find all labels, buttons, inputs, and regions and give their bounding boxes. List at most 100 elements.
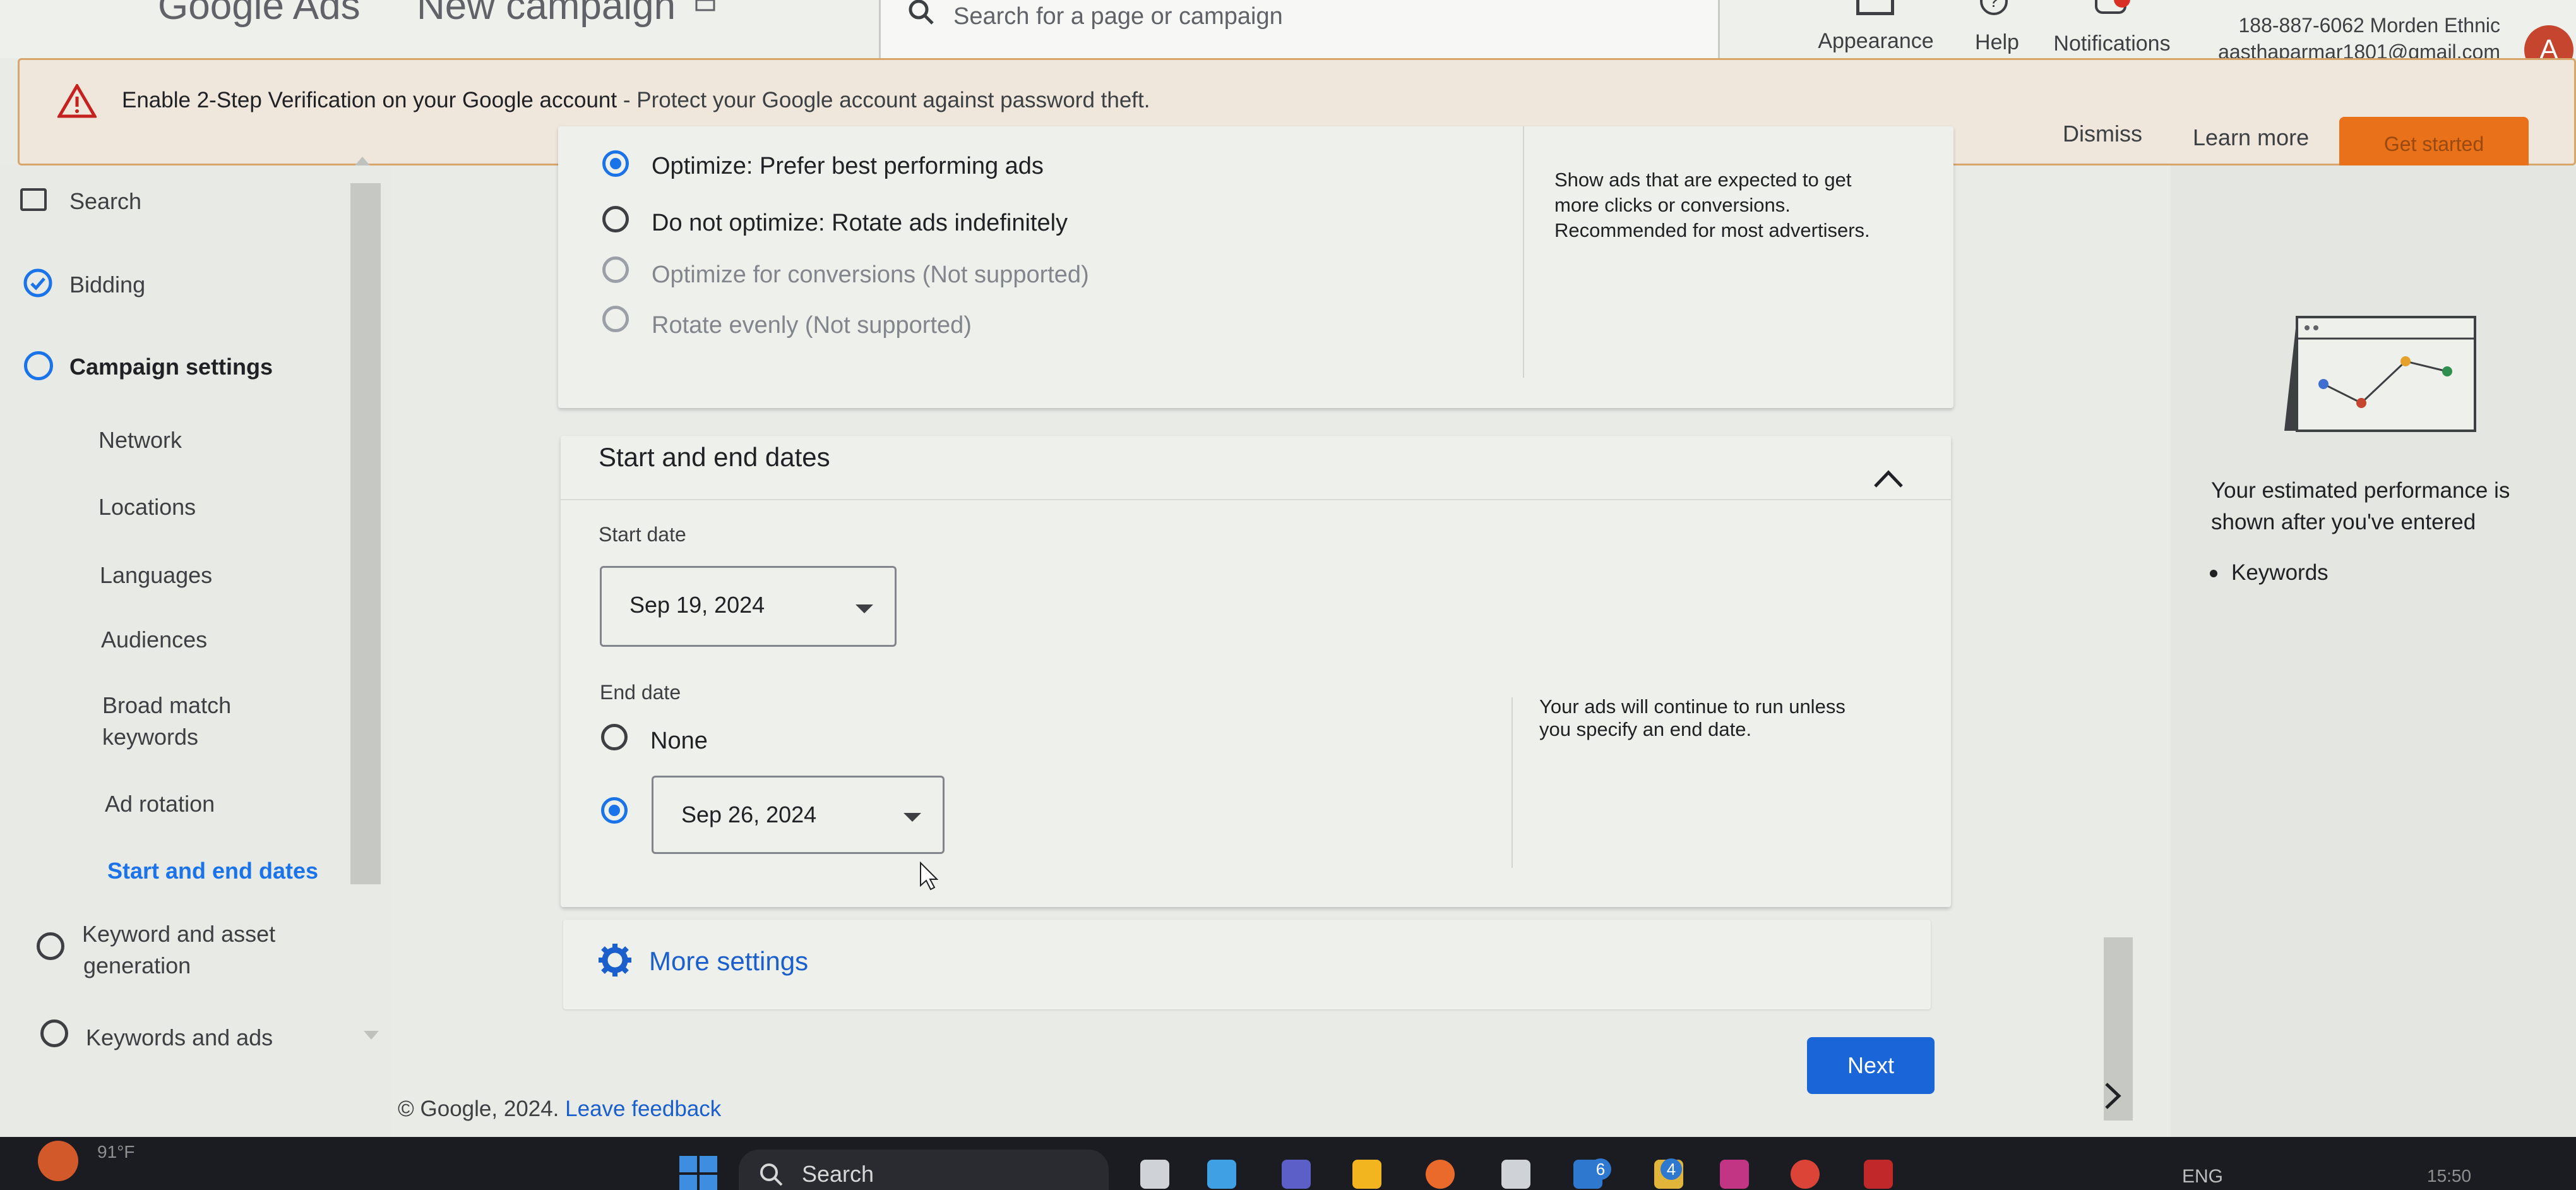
badge-count: 4: [1661, 1158, 1682, 1180]
warning-icon: [57, 84, 97, 118]
app-icon[interactable]: [1864, 1160, 1893, 1189]
weather-icon[interactable]: [38, 1141, 78, 1181]
mouse-cursor-icon: [920, 862, 938, 891]
search-step-icon: [20, 188, 47, 211]
ad-rotation-option-conversions: Optimize for conversions (Not supported): [652, 261, 1089, 288]
clock[interactable]: 15:50: [2427, 1166, 2471, 1186]
end-date-help-line1: Your ads will continue to run unless: [1539, 695, 1846, 718]
get-started-button[interactable]: Get started: [2339, 117, 2529, 171]
sidebar-item-ad-rotation[interactable]: Ad rotation: [105, 791, 215, 817]
leave-feedback-link[interactable]: Leave feedback: [565, 1097, 721, 1121]
more-settings-link[interactable]: More settings: [649, 946, 808, 977]
sidebar-item-keyword-asset[interactable]: Keyword and asset: [82, 921, 275, 947]
end-date-none-radio[interactable]: [601, 724, 628, 750]
sidebar-item-audiences[interactable]: Audiences: [101, 627, 207, 653]
step-circle-icon: [37, 932, 64, 960]
help-icon[interactable]: ?: [1980, 0, 2008, 15]
ad-rotation-option-rotate-evenly: Rotate evenly (Not supported): [652, 312, 972, 339]
scroll-down-icon[interactable]: [364, 1031, 379, 1040]
campaign-steps-sidebar: Search Bidding Campaign settings Network…: [0, 157, 391, 1138]
language-indicator[interactable]: ENG: [2182, 1166, 2223, 1187]
banner-message-rest: - Protect your Google account against pa…: [617, 88, 1150, 112]
performance-chart-illustration-icon: [2284, 316, 2476, 432]
sidebar-item-languages[interactable]: Languages: [100, 562, 212, 589]
instagram-icon[interactable]: [1720, 1160, 1749, 1189]
end-date-custom-radio[interactable]: [601, 797, 628, 824]
current-step-icon: [24, 351, 53, 380]
footer: © Google, 2024. Leave feedback: [398, 1097, 721, 1122]
section-title: Start and end dates: [599, 442, 830, 472]
google-ads-logo-icon: [25, 0, 139, 19]
sidebar-scrollbar[interactable]: [350, 183, 381, 884]
page-title: New campaign: [417, 0, 676, 28]
sidebar-item-broad-match[interactable]: Broad match: [102, 692, 231, 719]
badge-count: 6: [1590, 1158, 1611, 1180]
folder-icon[interactable]: [1352, 1160, 1381, 1189]
notifications-button[interactable]: Notifications: [2046, 32, 2178, 56]
banner-message: Enable 2-Step Verification on your Googl…: [122, 88, 1150, 113]
sidebar-item-keywords-ads[interactable]: Keywords and ads: [86, 1025, 273, 1051]
performance-text-line2: shown after you've entered: [2211, 510, 2476, 534]
appearance-button[interactable]: Appearance: [1816, 29, 1936, 54]
performance-panel: Your estimated performance is shown afte…: [2105, 165, 2576, 1138]
ad-rotation-radio-do-not-optimize[interactable]: [602, 206, 629, 232]
weather-text[interactable]: 91°F: [97, 1142, 134, 1162]
sidebar-item-broad-match-line2[interactable]: keywords: [102, 724, 198, 750]
end-date-select[interactable]: Sep 26, 2024: [652, 776, 945, 854]
sidebar-item-network[interactable]: Network: [98, 427, 182, 454]
search-icon: [760, 1163, 783, 1186]
ad-rotation-radio-optimize[interactable]: [602, 150, 629, 177]
next-button[interactable]: Next: [1807, 1037, 1935, 1094]
appearance-icon[interactable]: [1856, 0, 1894, 15]
sidebar-item-locations[interactable]: Locations: [98, 494, 196, 520]
sidebar-item-keyword-asset-line2[interactable]: generation: [83, 953, 191, 979]
divider: [561, 499, 1951, 500]
start-date-value: Sep 19, 2024: [629, 592, 765, 618]
dismiss-button[interactable]: Dismiss: [2063, 121, 2142, 147]
scroll-up-icon[interactable]: [355, 157, 370, 165]
performance-bullet-keywords: Keywords: [2231, 560, 2329, 585]
more-settings-card[interactable]: More settings: [563, 920, 1931, 1009]
ad-rotation-help-line3: Recommended for most advertisers.: [1554, 219, 1870, 241]
search-placeholder: Search for a page or campaign: [953, 3, 1283, 30]
collapse-chevron-icon[interactable]: [1871, 467, 1905, 489]
sidebar-item-search[interactable]: Search: [69, 188, 141, 215]
end-date-none-label[interactable]: None: [650, 728, 708, 755]
ad-rotation-radio-rotate-evenly: [602, 306, 629, 332]
top-bar: Google Ads New campaign Search for a pag…: [0, 0, 2576, 75]
chevron-right-icon[interactable]: [2101, 1080, 2124, 1112]
sidebar-item-bidding[interactable]: Bidding: [69, 272, 145, 298]
store-icon[interactable]: [1501, 1160, 1530, 1189]
learn-more-button[interactable]: Learn more: [2193, 124, 2309, 151]
sidebar-item-campaign-settings[interactable]: Campaign settings: [69, 354, 273, 380]
check-circle-icon: [23, 268, 52, 298]
firefox-icon[interactable]: [1426, 1160, 1455, 1189]
taskbar-search-box[interactable]: Search: [739, 1150, 1109, 1190]
start-end-dates-card: Start and end dates Start date Sep 19, 2…: [561, 436, 1951, 907]
end-date-label: End date: [600, 681, 681, 704]
help-button[interactable]: Help: [1962, 30, 2032, 55]
start-date-select[interactable]: Sep 19, 2024: [600, 566, 897, 647]
search-input[interactable]: Search for a page or campaign: [879, 0, 1720, 67]
teams-icon[interactable]: [1282, 1160, 1311, 1189]
banner-message-bold: Enable 2-Step Verification on your Googl…: [122, 88, 617, 112]
divider: [1512, 697, 1513, 868]
gear-icon: [599, 944, 631, 977]
end-date-value: Sep 26, 2024: [681, 802, 817, 827]
performance-text-line1: Your estimated performance is: [2211, 478, 2510, 503]
dropdown-arrow-icon: [903, 813, 921, 822]
copilot-icon[interactable]: [1207, 1160, 1236, 1189]
taskbar-search-text: Search: [802, 1161, 874, 1187]
search-icon: [909, 0, 934, 25]
start-date-label: Start date: [599, 523, 686, 546]
sidebar-item-start-end-dates[interactable]: Start and end dates: [107, 858, 318, 884]
edit-icon[interactable]: [695, 0, 716, 13]
copyright-text: © Google, 2024.: [398, 1097, 559, 1121]
account-id: 188-887-6062 Morden Ethnic: [2238, 14, 2501, 37]
ad-rotation-option-optimize[interactable]: Optimize: Prefer best performing ads: [652, 153, 1044, 180]
ad-rotation-option-do-not-optimize[interactable]: Do not optimize: Rotate ads indefinitely: [652, 210, 1068, 237]
windows-start-icon[interactable]: [679, 1156, 717, 1190]
ad-rotation-radio-conversions: [602, 256, 629, 283]
chrome-icon[interactable]: [1791, 1160, 1820, 1189]
file-explorer-icon[interactable]: [1140, 1160, 1169, 1189]
